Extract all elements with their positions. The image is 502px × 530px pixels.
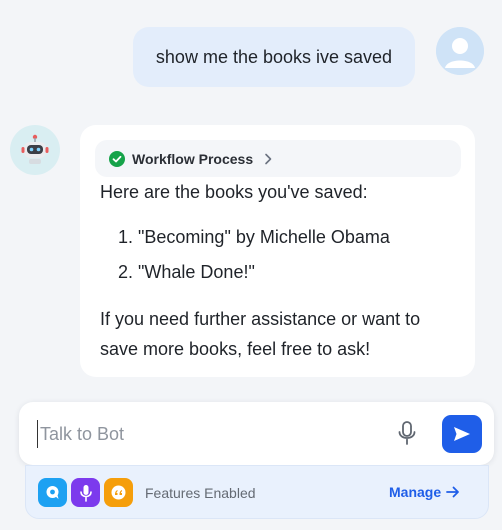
- chat-icon: [46, 486, 59, 499]
- user-message-text: show me the books ive saved: [155, 46, 393, 67]
- microphone-button[interactable]: [396, 420, 418, 446]
- message-input[interactable]: [37, 420, 387, 448]
- voice-feature-badge: [71, 478, 100, 507]
- user-icon: [436, 27, 484, 75]
- send-button[interactable]: [442, 415, 482, 453]
- send-icon: [454, 427, 470, 441]
- list-item: 2. "Whale Done!": [118, 262, 255, 282]
- features-enabled-label: Features Enabled: [145, 485, 256, 501]
- microphone-icon: [398, 421, 416, 445]
- composer: [19, 402, 494, 465]
- check-circle-icon: [109, 150, 125, 167]
- bot-outro-text: If you need further assistance or want t…: [100, 309, 421, 359]
- arrow-right-icon: [446, 486, 460, 498]
- workflow-process-toggle[interactable]: Workflow Process: [95, 140, 461, 177]
- quote-icon: [111, 485, 126, 500]
- chevron-right-icon: [265, 153, 272, 164]
- bot-avatar: [10, 125, 60, 175]
- list-item: 1. "Becoming" by Michelle Obama: [118, 227, 390, 247]
- saved-books-list: 1. "Becoming" by Michelle Obama 2. "Whal…: [118, 224, 390, 294]
- quote-feature-badge: [104, 478, 133, 507]
- bot-intro-text: Here are the books you've saved:: [100, 182, 368, 202]
- manage-label: Manage: [389, 484, 442, 500]
- microphone-icon: [79, 484, 92, 502]
- user-message-row: show me the books ive saved: [0, 27, 502, 87]
- workflow-label: Workflow Process: [132, 150, 254, 167]
- chat-feature-badge: [38, 478, 67, 507]
- features-bar: Features Enabled Manage: [25, 465, 489, 519]
- user-message-bubble: show me the books ive saved: [133, 27, 415, 87]
- bot-message-card: Workflow Process Here are the books you'…: [80, 125, 475, 377]
- manage-features-link[interactable]: Manage: [389, 484, 460, 500]
- user-avatar: [436, 27, 484, 75]
- robot-icon: [21, 134, 49, 164]
